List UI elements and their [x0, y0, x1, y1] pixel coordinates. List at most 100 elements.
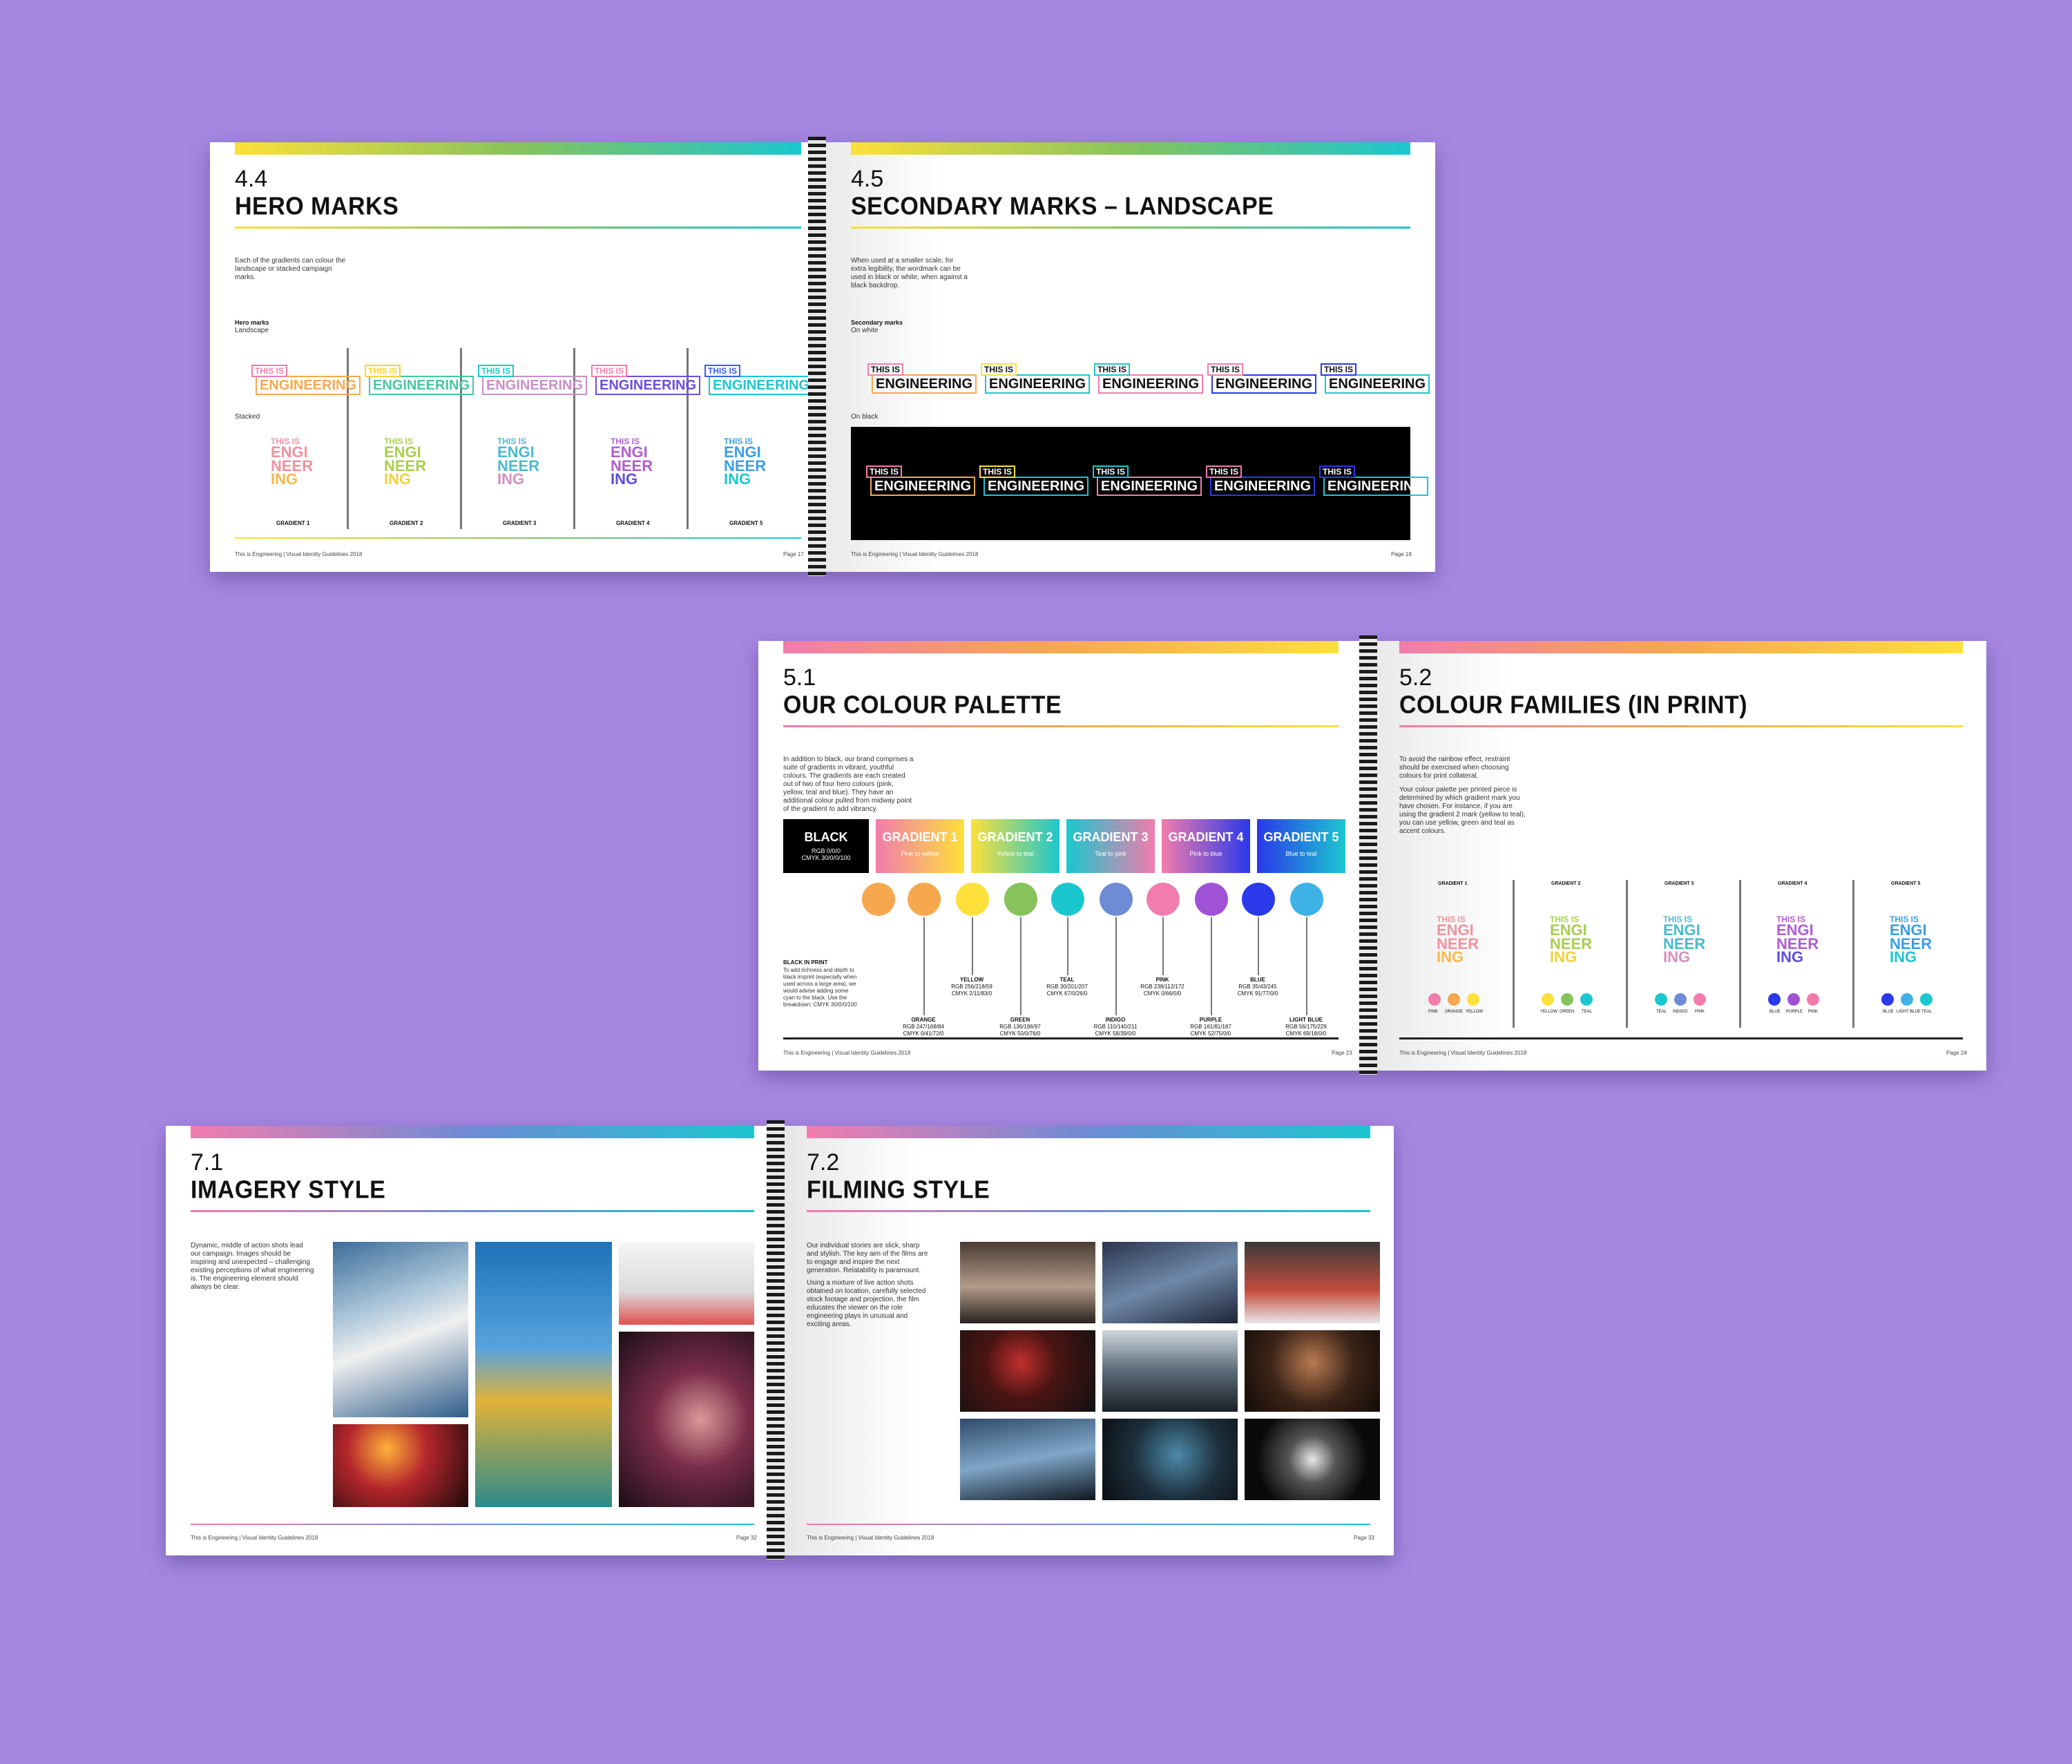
family-label: PURPLE	[1786, 1010, 1803, 1014]
colour-cmyk: CMYK 58/39/0/0	[1095, 1030, 1136, 1037]
swatch-gradient-3: GRADIENT 3 Teal to pink	[1066, 819, 1155, 873]
logo-line-1: THIS IS	[365, 365, 401, 377]
footer-rule	[1399, 1037, 1963, 1039]
swatch-sub: Pink to yellow	[901, 850, 939, 857]
colour-cmyk: CMYK 50/0/76/0	[999, 1030, 1041, 1037]
gradient-label: GRADIENT 4	[616, 520, 650, 526]
logo-line-1: THIS IS	[591, 365, 628, 377]
logo-line-1: THIS IS	[867, 363, 904, 376]
section-number: 5.1	[783, 664, 816, 691]
colour-label-orange: ORANGE RGB 247/168/84 CMYK 0/41/72/0	[896, 1017, 951, 1037]
family-label: PINK	[1428, 1010, 1439, 1014]
section-title: OUR COLOUR PALETTE	[783, 691, 1062, 719]
family-logo-1: THIS IS ENGI NEER ING	[1437, 915, 1479, 965]
swatch-rgb: RGB 0/0/0	[811, 847, 841, 854]
family-label: ORANGE	[1445, 1010, 1464, 1014]
swatch-title: GRADIENT 2	[977, 830, 1053, 844]
footer-right: Page 33	[1354, 1535, 1374, 1541]
black-in-print-title: BLACK IN PRINT	[783, 959, 828, 966]
family-dot	[1881, 993, 1894, 1006]
family-dot	[1655, 993, 1667, 1006]
connector	[972, 917, 973, 975]
secondary-logo-white-1: THIS IS ENGINEERING	[867, 363, 977, 394]
connector	[1211, 917, 1212, 1015]
connector	[1115, 917, 1117, 1015]
connector	[1162, 917, 1164, 975]
colour-rgb: RGB 56/175/229	[1285, 1024, 1327, 1030]
family-title: GRADIENT 4	[1778, 881, 1807, 886]
secondary-logo-black-3: THIS IS ENGINEERING	[1093, 466, 1202, 496]
section-number: 7.2	[807, 1149, 840, 1176]
family-label: YELLOW	[1540, 1010, 1558, 1014]
video-still-vr	[960, 1419, 1095, 1500]
family-dot	[1807, 993, 1819, 1006]
colour-name: LIGHT BLUE	[1289, 1017, 1323, 1023]
page-colour-families: 5.2 COLOUR FAMILIES (IN PRINT) To avoid …	[1372, 641, 1986, 1071]
colour-label-indigo: INDIGO RGB 110/140/211 CMYK 58/39/0/0	[1088, 1017, 1143, 1037]
intro-text-1: Our individual stories are slick, sharp …	[807, 1242, 928, 1274]
stack-line: ING	[1663, 948, 1691, 966]
footer-rule	[235, 537, 801, 539]
colour-rgb: RGB 256/218/59	[951, 984, 992, 990]
gradient-label: GRADIENT 5	[729, 520, 763, 526]
connector	[923, 917, 925, 1015]
family-title: GRADIENT 3	[1665, 881, 1694, 886]
dot-yellow	[956, 883, 989, 916]
label-secondary-marks: Secondary marks	[851, 319, 903, 326]
dot-pink	[1147, 883, 1180, 916]
dot-teal	[1051, 883, 1084, 916]
photo-rollercoaster	[475, 1242, 612, 1507]
video-still-woman	[1245, 1330, 1380, 1412]
connector	[1258, 917, 1259, 975]
column-divider	[1513, 880, 1515, 1028]
colour-rgb: RGB 110/140/211	[1093, 1024, 1138, 1030]
colour-cmyk: CMYK 69/18/0/0	[1285, 1030, 1327, 1037]
label-hero-marks: Hero marks	[235, 319, 269, 326]
logo-line-2: ENGINEERING	[870, 477, 976, 496]
spiral-binding	[1359, 635, 1377, 1075]
black-in-print-body: To add richness and depth to black impri…	[783, 967, 857, 1008]
photo-stage-spider	[333, 1424, 468, 1507]
family-label: LIGHT BLUE	[1897, 1010, 1921, 1014]
footer-left: This is Engineering | Visual Identity Gu…	[1399, 1050, 1527, 1056]
column-divider	[1626, 880, 1628, 1028]
colour-label-yellow: YELLOW RGB 256/218/59 CMYK 2/11/83/0	[944, 977, 999, 997]
label-on-black: On black	[851, 413, 879, 421]
family-dot	[1448, 993, 1460, 1006]
video-still-crowd	[960, 1242, 1095, 1323]
family-title: GRADIENT 2	[1551, 881, 1581, 886]
logo-gradient-3: THIS IS ENGINEERING	[478, 365, 588, 395]
section-title: COLOUR FAMILIES (IN PRINT)	[1399, 691, 1748, 719]
logo-line-1: THIS IS	[704, 365, 741, 377]
stack-line: ING	[384, 470, 412, 488]
black-backdrop: THIS IS ENGINEERING THIS IS ENGINEERING TH…	[851, 427, 1429, 540]
secondary-logo-white-5: THIS IS ENGINEERING	[1321, 363, 1430, 394]
video-still-rooftop	[1102, 1242, 1238, 1323]
intro-text-1: To avoid the rainbow effect, restraint s…	[1399, 756, 1510, 780]
intro-text: In addition to black, our brand comprise…	[783, 756, 914, 813]
photo-astronaut	[333, 1242, 468, 1417]
family-title: GRADIENT 5	[1891, 881, 1921, 886]
footer-right: Page 23	[1332, 1050, 1352, 1056]
section-title: HERO MARKS	[235, 193, 399, 220]
secondary-logo-black-4: THIS IS ENGINEERING	[1206, 466, 1316, 496]
family-label: GREEN	[1560, 1010, 1575, 1014]
colour-cmyk: CMYK 0/41/72/0	[903, 1030, 944, 1037]
logo-line-1: THIS IS	[866, 466, 903, 478]
swatch-gradient-2: GRADIENT 2 Yellow to teal	[971, 819, 1059, 873]
logo-line-2: ENGINEERING	[595, 376, 701, 395]
stacked-logo-4: THIS IS ENGI NEER ING	[611, 437, 653, 487]
swatch-gradient-5: GRADIENT 5 Blue to teal	[1257, 819, 1345, 873]
logo-line-1: THIS IS	[251, 365, 288, 377]
stack-line: ING	[271, 470, 298, 488]
family-dot	[1428, 993, 1441, 1006]
swatch-title: BLACK	[804, 830, 848, 844]
logo-line-1: THIS IS	[1207, 363, 1244, 376]
photo-cyclist	[619, 1242, 754, 1325]
dot-lightblue	[1290, 883, 1323, 916]
colour-label-green: GREEN RGB 136/196/97 CMYK 50/0/76/0	[992, 1017, 1048, 1037]
page-colour-palette: 5.1 OUR COLOUR PALETTE In addition to bl…	[758, 641, 1363, 1071]
colour-rgb: RGB 238/112/172	[1140, 984, 1184, 990]
logo-line-2: ENGINEERING	[256, 376, 361, 395]
family-label: PINK	[1695, 1010, 1705, 1014]
